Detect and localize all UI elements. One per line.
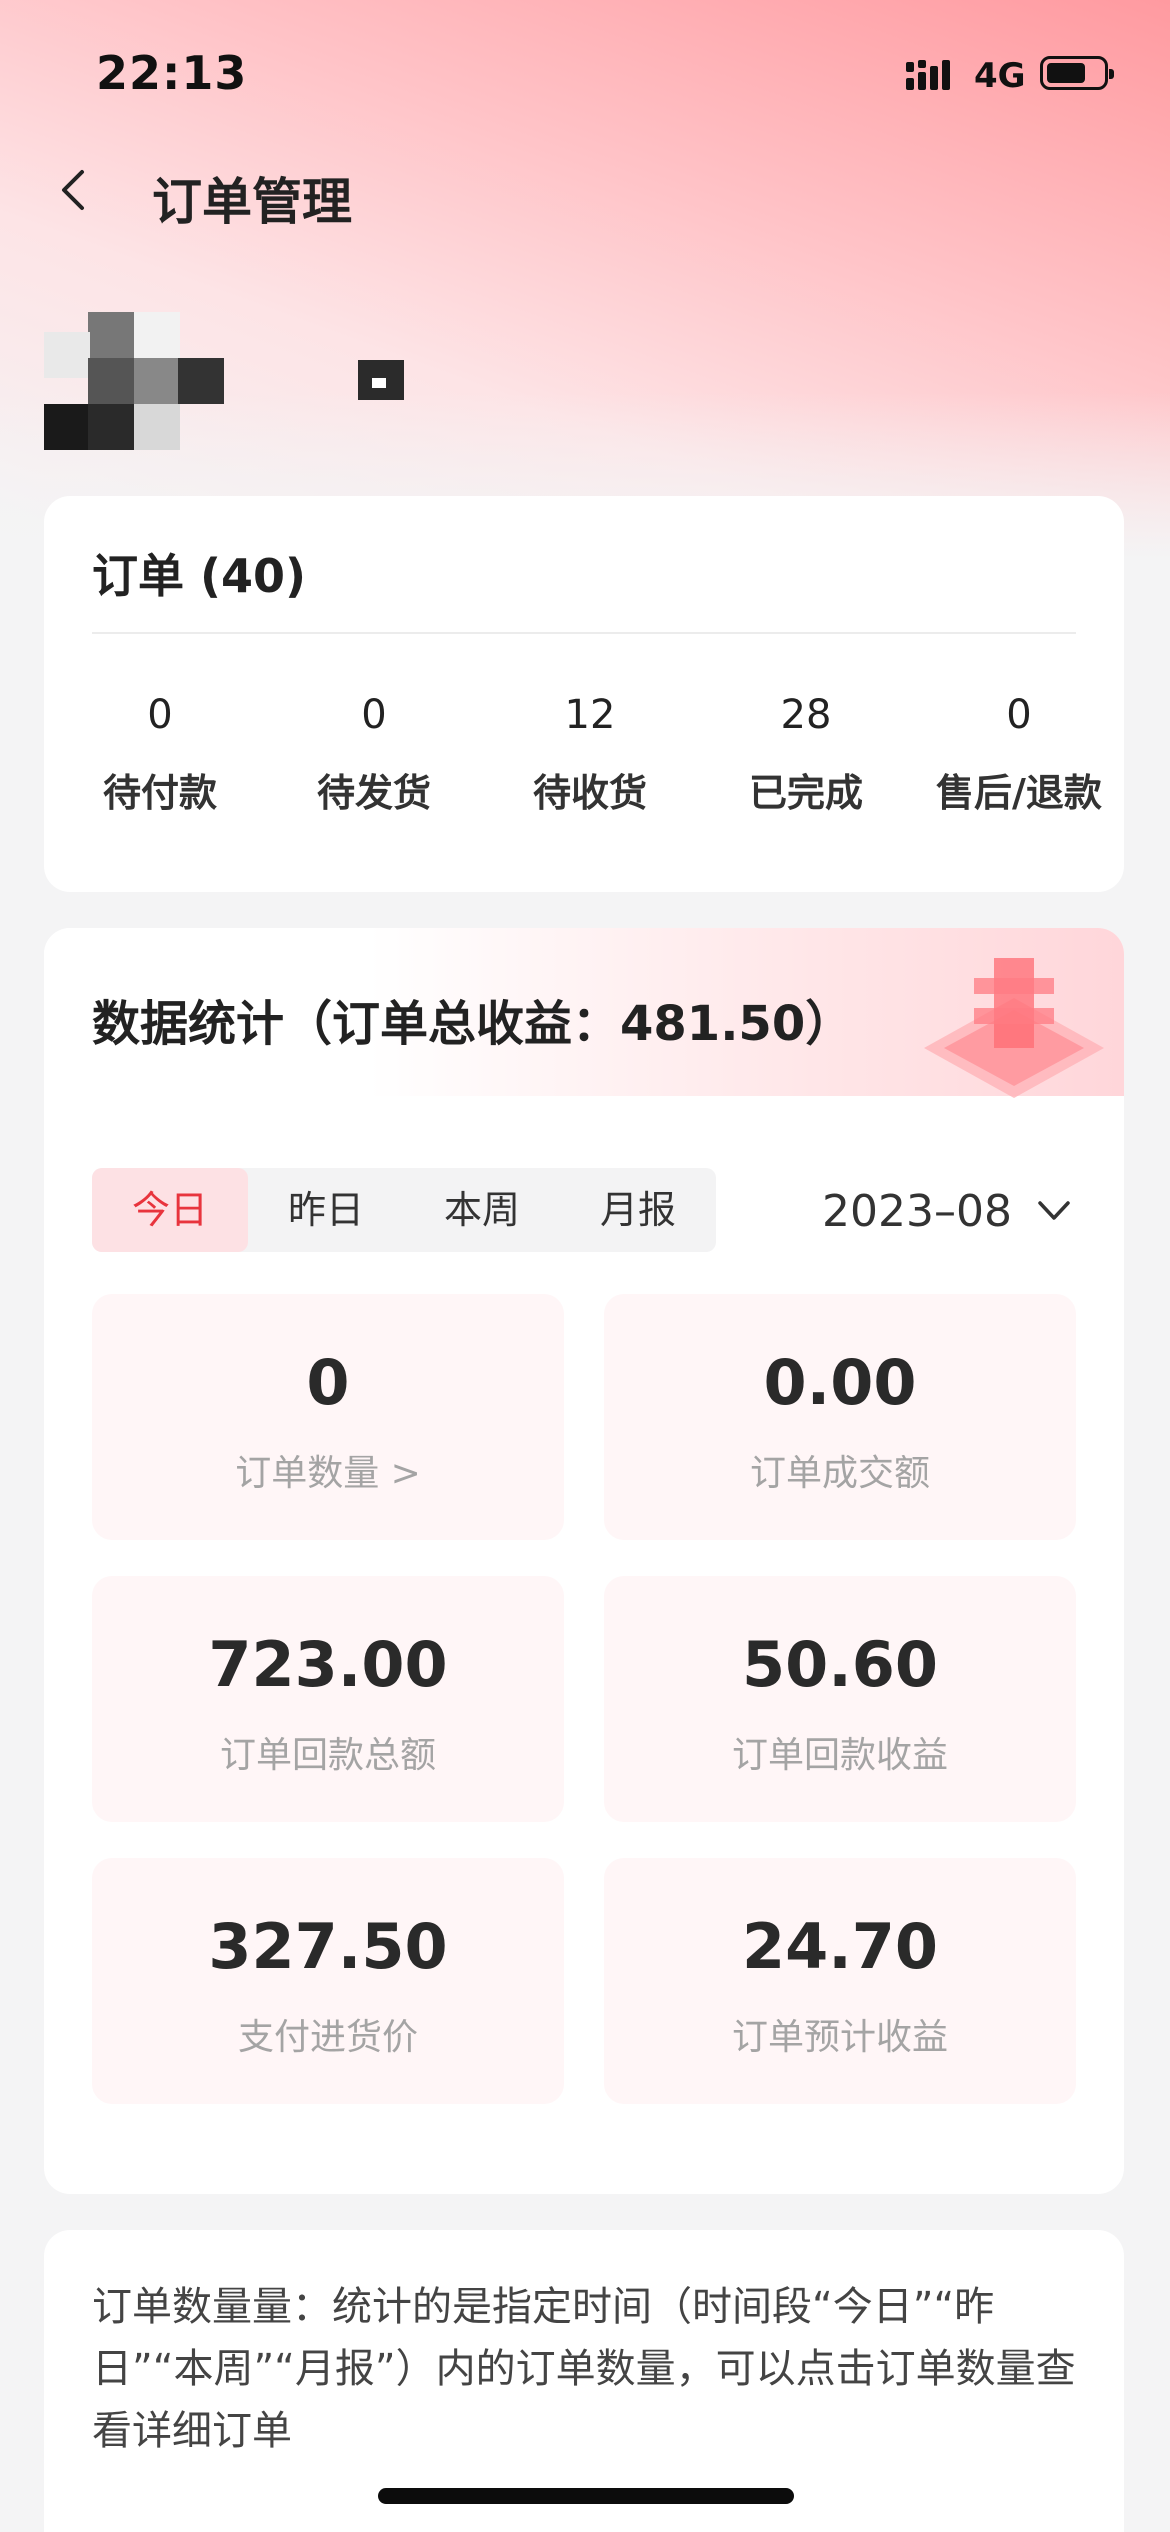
explanation-order-count: 订单数量量：统计的是指定时间（时间段“今日”“昨日”“本周”“月报”）内的订单数… <box>92 2284 1076 2454</box>
status-label: 售后/退款 <box>936 771 1102 815</box>
metric-order-count[interactable]: 0 订单数量 > <box>92 1294 564 1540</box>
status-count: 12 <box>564 692 616 738</box>
status-count: 0 <box>361 692 387 738</box>
status-count: 28 <box>780 692 832 738</box>
back-button[interactable] <box>52 158 112 222</box>
orders-title[interactable]: 订单 (40) <box>92 540 306 606</box>
metric-transaction-amount: 0.00 订单成交额 <box>604 1294 1076 1540</box>
chevron-down-icon <box>1038 1201 1070 1220</box>
metric-label: 订单数量 > <box>235 1453 421 1494</box>
tab-this-week[interactable]: 本周 <box>404 1168 560 1252</box>
chevron-left-icon <box>62 170 84 210</box>
network-type: 4G <box>974 56 1026 96</box>
signal-strength-icon <box>906 56 960 92</box>
stats-title: 数据统计（订单总收益：481.50） <box>92 996 854 1052</box>
status-bar: 22:13 4G <box>0 0 1170 150</box>
tab-yesterday[interactable]: 昨日 <box>248 1168 404 1252</box>
divider <box>92 632 1076 634</box>
metric-value: 0.00 <box>763 1346 917 1419</box>
explanation-card: 订单数量量：统计的是指定时间（时间段“今日”“昨日”“本周”“月报”）内的订单数… <box>44 2230 1124 2532</box>
status-count: 0 <box>147 692 173 738</box>
stats-card: 数据统计（订单总收益：481.50） 今日 昨日 本周 月报 2023–08 0… <box>44 928 1124 2194</box>
avatar[interactable] <box>44 312 226 450</box>
month-value: 2023–08 <box>822 1185 1012 1237</box>
period-tabs: 今日 昨日 本周 月报 <box>92 1168 716 1252</box>
order-status-completed[interactable]: 28 已完成 <box>706 692 906 817</box>
order-status-pending-shipment[interactable]: 0 待发货 <box>274 692 474 817</box>
orders-card: 订单 (40) 0 待付款 0 待发货 12 待收货 28 已完成 0 售后/退… <box>44 496 1124 892</box>
metric-label: 订单回款总额 <box>219 1735 436 1776</box>
status-count: 0 <box>1006 692 1032 738</box>
metric-value: 0 <box>306 1346 350 1419</box>
metric-value: 50.60 <box>741 1628 939 1701</box>
status-label: 待付款 <box>102 771 217 815</box>
money-decoration-icon <box>924 958 1104 1098</box>
status-time: 22:13 <box>96 46 248 100</box>
metric-value: 24.70 <box>741 1910 939 1983</box>
metric-value: 327.50 <box>208 1910 448 1983</box>
explanation-transaction-amount: 订单成交额：统计的是指定时间（时间段“今日”“昨 <box>92 2522 1082 2532</box>
order-status-pending-receipt[interactable]: 12 待收货 <box>490 692 690 817</box>
tab-today[interactable]: 今日 <box>92 1168 248 1252</box>
status-label: 待发货 <box>316 771 431 815</box>
metric-purchase-price-paid: 327.50 支付进货价 <box>92 1858 564 2104</box>
metric-label: 支付进货价 <box>237 2017 418 2058</box>
metric-label: 订单成交额 <box>749 1453 930 1494</box>
metric-estimated-income: 24.70 订单预计收益 <box>604 1858 1076 2104</box>
user-name-redacted <box>358 360 404 400</box>
page-title: 订单管理 <box>152 173 352 231</box>
tab-monthly-report[interactable]: 月报 <box>560 1168 716 1252</box>
order-status-pending-payment[interactable]: 0 待付款 <box>60 692 260 817</box>
status-label: 已完成 <box>748 771 863 815</box>
metric-label: 订单回款收益 <box>731 1735 948 1776</box>
metric-label: 订单预计收益 <box>731 2017 948 2058</box>
home-indicator[interactable] <box>378 2488 794 2504</box>
metric-value: 723.00 <box>208 1628 448 1701</box>
month-picker[interactable]: 2023–08 <box>822 1176 1074 1246</box>
order-status-after-sales-refund[interactable]: 0 售后/退款 <box>914 692 1124 817</box>
navigation-bar: 订单管理 <box>0 150 1170 231</box>
status-label: 待收货 <box>532 771 647 815</box>
metric-payment-return-income: 50.60 订单回款收益 <box>604 1576 1076 1822</box>
stats-header: 数据统计（订单总收益：481.50） <box>44 928 1124 1098</box>
battery-icon <box>1040 56 1114 90</box>
metric-total-payment-return: 723.00 订单回款总额 <box>92 1576 564 1822</box>
battery-fill <box>1047 63 1085 83</box>
